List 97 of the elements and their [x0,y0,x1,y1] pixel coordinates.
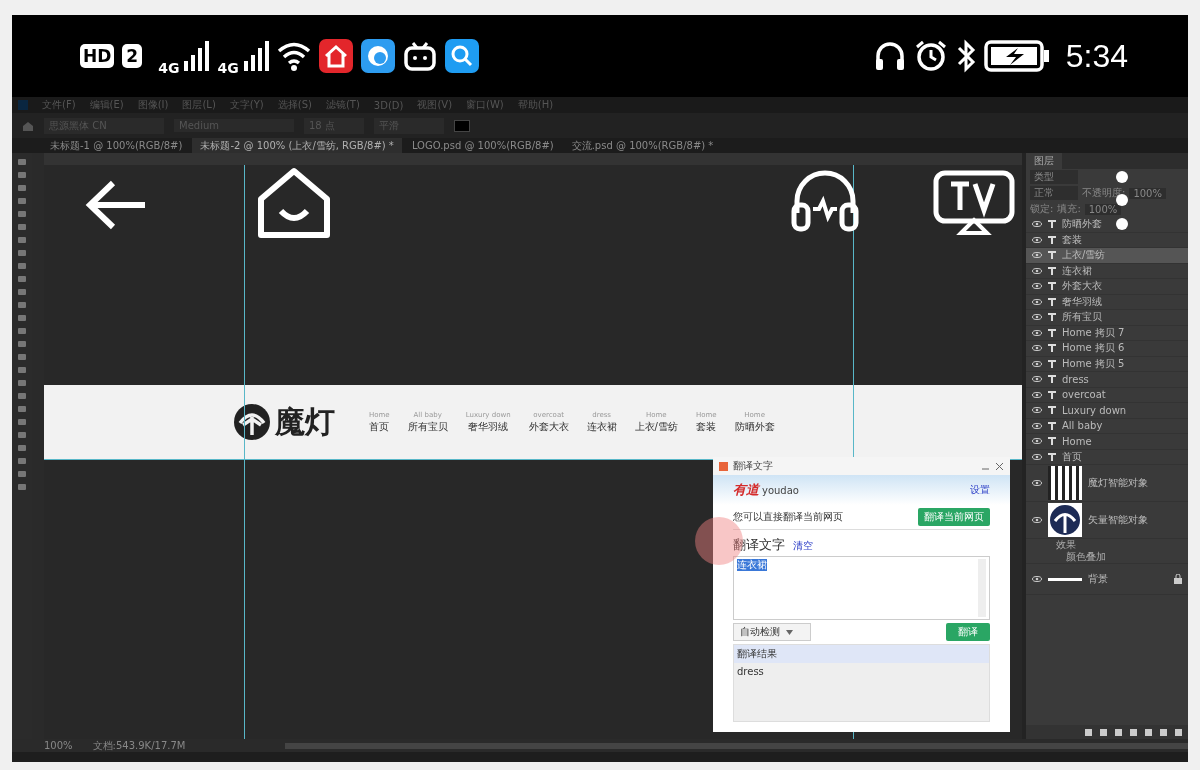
blend-mode-dropdown[interactable]: 正常 [1030,186,1078,200]
result-header: 翻译结果 [734,645,989,663]
sim-badge: 2 [122,44,143,68]
app-icon [719,461,728,471]
eye-icon[interactable] [1032,298,1042,305]
document-tab[interactable]: 交流.psd @ 100%(RGB/8#) * [563,138,722,153]
layer-row[interactable]: 矢量智能对象 [1026,502,1188,539]
layer-thumbnail [1048,577,1082,581]
wifi-icon [276,41,311,71]
headphones-icon[interactable] [791,169,859,233]
logo-icon [233,403,271,441]
app-icon [360,39,395,73]
document-tab[interactable]: LOGO.psd @ 100%(RGB/8#) [403,138,562,153]
eye-icon[interactable] [1032,438,1042,445]
eye-icon[interactable] [1032,283,1042,290]
signal-icon [242,41,269,71]
document-info: 文档:543.9K/17.7M [92,738,186,753]
clock-time: 5:34 [1065,37,1128,75]
document-tab[interactable]: 未标题-2 @ 100% (上衣/雪纺, RGB/8#) * [192,138,402,153]
brand-logo-latin: youdao [762,484,799,496]
effect-label: 效果 [1055,539,1077,551]
close-icon[interactable] [995,461,1004,471]
alarm-icon [913,39,948,73]
layer-thumbnail [1048,466,1082,500]
back-arrow-icon[interactable] [85,180,147,230]
layer-row[interactable]: Home 拷贝 7 [1026,325,1188,341]
layer-row[interactable]: 上衣/雪纺 [1026,248,1188,264]
layer-row[interactable]: 所有宝贝 [1026,310,1188,326]
layer-row[interactable]: 连衣裙 [1026,263,1188,279]
brand-logo: 有道 [733,481,759,499]
eye-icon[interactable] [1032,221,1042,228]
hd-badge: HD [80,44,115,68]
eye-icon[interactable] [1032,480,1042,486]
network-label: 4G [217,60,239,76]
layer-row[interactable]: 外套大衣 [1026,279,1188,295]
layer-thumbnail [1048,503,1082,537]
layer-row[interactable]: 首页 [1026,449,1188,465]
document-tab[interactable]: 未标题-1 @ 100%(RGB/8#) [42,138,191,153]
eye-icon[interactable] [1032,314,1042,321]
result-text: dress [736,665,765,679]
fill-label: 填充: [1057,202,1081,216]
tv-icon [402,39,437,73]
app-logo-icon [18,100,28,110]
hint-text: 您可以直接翻译当前网页 [733,510,843,524]
home-icon[interactable] [257,167,331,239]
filter-dropdown[interactable]: 类型 [1030,170,1078,184]
eye-icon[interactable] [1032,252,1042,259]
fill-field[interactable]: 100% [1084,203,1122,215]
dialog-title: 翻译文字 [733,459,773,473]
signal-icon [183,41,210,71]
eye-icon[interactable] [1032,267,1042,274]
headphones-icon [873,40,906,72]
eye-icon[interactable] [1032,236,1042,243]
effect-label: 颜色叠加 [1026,551,1188,564]
eye-icon[interactable] [1032,391,1042,398]
layer-row[interactable]: 背景 [1026,564,1188,595]
app-icon [318,39,353,73]
section-heading: 翻译文字 [733,536,785,554]
logo-text: 魔灯 [275,402,335,441]
eye-icon[interactable] [1032,453,1042,460]
opacity-label: 不透明度: [1082,186,1126,200]
cast-tv-icon[interactable] [933,170,1015,236]
search-icon [444,39,479,73]
layer-row[interactable]: overcoat [1026,387,1188,403]
opacity-field[interactable]: 100% [1129,187,1166,199]
eye-icon[interactable] [1032,376,1042,383]
layer-row[interactable]: 奢华羽绒 [1026,294,1188,310]
eye-icon[interactable] [1032,329,1042,336]
layer-row[interactable]: Luxury down [1026,403,1188,419]
clear-link[interactable]: 清空 [793,539,813,553]
panel-tab[interactable]: 图层 [1026,153,1062,169]
translate-button[interactable]: 翻译 [946,623,990,641]
lock-label: 锁定: [1030,202,1054,216]
eye-icon[interactable] [1032,422,1042,429]
layer-row[interactable]: 魔灯智能对象 [1026,465,1188,502]
layer-row[interactable]: Home 拷贝 5 [1026,356,1188,372]
eye-icon[interactable] [1032,360,1042,367]
layer-row[interactable]: dress [1026,372,1188,388]
battery-charging-icon [983,39,1050,73]
source-text-field[interactable]: 连衣裙 [733,556,990,620]
color-swatch[interactable] [454,119,470,132]
caret-icon [786,629,793,635]
settings-link[interactable]: 设置 [970,483,990,497]
eye-icon[interactable] [1032,407,1042,414]
eye-icon[interactable] [1032,345,1042,352]
translate-page-button[interactable]: 翻译当前网页 [918,508,990,526]
scrollbar[interactable] [285,742,1188,749]
layer-row[interactable]: Home 拷贝 6 [1026,341,1188,357]
layer-row[interactable]: All baby [1026,418,1188,434]
language-dropdown[interactable]: 自动检测 [733,623,811,641]
layer-row[interactable]: Home [1026,434,1188,450]
eye-icon[interactable] [1032,517,1042,523]
lock-icon [1174,574,1182,584]
bluetooth-icon [955,39,976,73]
zoom-level[interactable]: 100% [44,740,73,751]
eye-icon[interactable] [1032,576,1042,582]
network-label: 4G [158,60,180,76]
